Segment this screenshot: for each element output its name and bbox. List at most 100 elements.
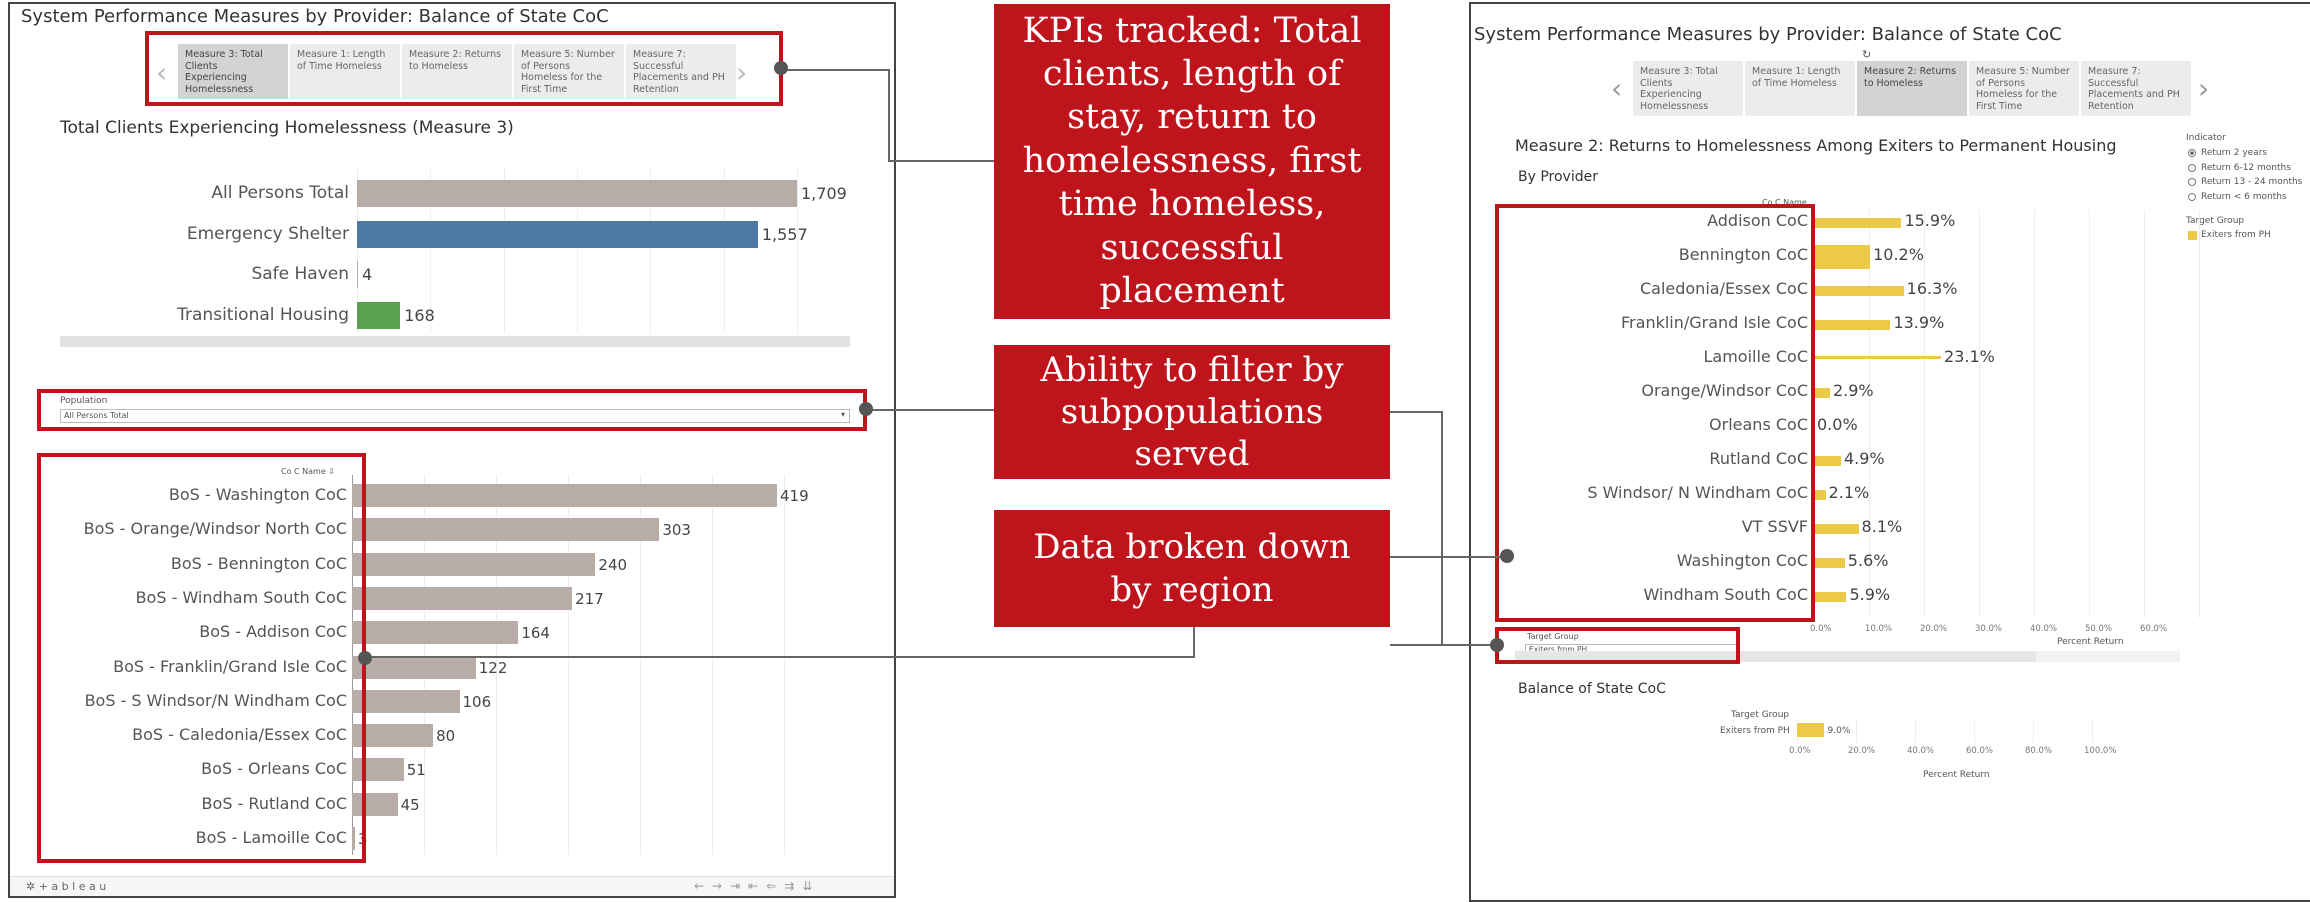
indicator-radio-button[interactable] (2188, 149, 2196, 157)
region-bar[interactable] (352, 518, 660, 542)
target-group-legend-swatch (2188, 231, 2197, 240)
right-provider-gridline (2144, 210, 2145, 618)
region-value-label: 303 (662, 521, 691, 540)
filter-connector-end-dot (1490, 638, 1504, 652)
right-dashboard-title: System Performance Measures by Provider:… (1474, 24, 2062, 45)
provider-axis-tick: 20.0% (1920, 624, 1948, 634)
region-bar[interactable] (352, 484, 777, 507)
bos-axis-tick: 0.0% (1789, 746, 1811, 756)
refresh-icon[interactable]: ↻ (1862, 48, 1871, 61)
provider-axis-tick: 10.0% (1865, 624, 1893, 634)
region-value-label: 217 (575, 589, 604, 608)
indicator-radio-button[interactable] (2188, 178, 2196, 186)
indicator-radio-button[interactable] (2188, 163, 2196, 172)
provider-bar[interactable] (1814, 456, 1841, 466)
tableau-logo[interactable]: ✲ + a b l e a u (26, 880, 106, 893)
summary-bar[interactable] (357, 180, 797, 207)
bos-value-label: 9.0% (1827, 726, 1851, 736)
region-bar[interactable] (352, 689, 460, 713)
provider-value-label: 5.9% (1849, 585, 1891, 604)
summary-bar[interactable] (357, 261, 359, 288)
provider-value-label: 2.9% (1832, 381, 1874, 400)
tableau-toolbar-icons[interactable]: ←→⇥⇤⇐⇉⇊ (694, 879, 820, 893)
right-tab-5[interactable]: Measure 7: Successful Placements and PH … (2081, 61, 2191, 116)
summary-value-label: 168 (404, 305, 435, 325)
provider-axis-label: Percent Return (2057, 637, 2124, 647)
provider-axis-tick: 30.0% (1975, 624, 2003, 634)
provider-value-label: 23.1% (1944, 347, 1995, 366)
region-connector-right-dot (1500, 549, 1514, 563)
right-tab-4[interactable]: Measure 5: Number of Persons Homeless fo… (1969, 61, 2079, 116)
provider-bar[interactable] (1814, 245, 1871, 269)
left-summary-scrollbar[interactable] (60, 336, 850, 347)
provider-value-label: 4.9% (1843, 449, 1885, 468)
summary-category-label: Emergency Shelter (186, 223, 349, 244)
provider-axis-tick: 50.0% (2085, 624, 2113, 634)
region-bar[interactable] (352, 586, 573, 610)
bos-gridline (1856, 720, 1857, 743)
indicator-option-label[interactable]: Return 6-12 months (2201, 163, 2291, 173)
left-dashboard-title: System Performance Measures by Provider:… (21, 6, 609, 27)
provider-value-label: 2.1% (1828, 483, 1870, 502)
right-provider-gridline (2089, 210, 2090, 618)
left-region-gridline (784, 475, 785, 855)
provider-bar[interactable] (1814, 490, 1826, 500)
bos-bar[interactable] (1797, 723, 1824, 737)
right-region-highlight-box (1495, 204, 1815, 622)
bos-axis-tick: 80.0% (2025, 746, 2053, 756)
bos-gridline (1974, 720, 1975, 743)
bos-gridline (2033, 720, 2034, 743)
target-group-legend-item[interactable]: Exiters from PH (2201, 230, 2271, 240)
bos-chart-title: Balance of State CoC (1518, 681, 1666, 697)
provider-bar[interactable] (1814, 558, 1845, 568)
right-tab-2[interactable]: Measure 1: Length of Time Homeless (1745, 61, 1855, 116)
right-tab-3[interactable]: Measure 2: Returns to Homeless (1857, 61, 1967, 116)
provider-bar[interactable] (1814, 356, 1942, 359)
right-provider-gridline (2034, 210, 2035, 618)
right-tab-prev-arrow-icon[interactable]: ‹ (1611, 72, 1622, 105)
kpi-connector-dot (774, 61, 788, 75)
summary-value-label: 1,557 (761, 224, 808, 244)
bos-gridline (2092, 720, 2093, 743)
summary-category-label: Safe Haven (251, 264, 349, 284)
summary-bar[interactable] (357, 301, 401, 329)
region-value-label: 106 (462, 692, 492, 711)
population-filter-highlight-box (37, 389, 867, 431)
region-value-label: 45 (400, 795, 420, 814)
right-chart-scrollbar-thumb[interactable] (2036, 651, 2180, 662)
provider-bar[interactable] (1814, 388, 1830, 398)
filter-connector-line-right (1390, 411, 1443, 646)
provider-value-label: 5.6% (1847, 551, 1889, 570)
summary-category-label: All Persons Total (211, 183, 349, 203)
indicator-option-label[interactable]: Return < 6 months (2201, 192, 2287, 202)
region-value-label: 51 (406, 761, 426, 780)
provider-axis-tick: 0.0% (1810, 624, 1832, 634)
right-tab-1[interactable]: Measure 3: Total Clients Experiencing Ho… (1633, 61, 1743, 116)
left-region-highlight-box (37, 453, 366, 863)
provider-bar[interactable] (1814, 320, 1891, 330)
indicator-option-label[interactable]: Return 2 years (2201, 148, 2267, 158)
region-value-label: 419 (780, 487, 809, 505)
tabs-highlight-box (145, 31, 783, 106)
summary-bar[interactable] (357, 220, 758, 248)
region-connector-left-dot (358, 651, 372, 665)
provider-bar[interactable] (1814, 524, 1859, 534)
right-tab-next-arrow-icon[interactable]: › (2198, 72, 2209, 105)
region-value-label: 122 (478, 658, 508, 677)
bos-axis-tick: 20.0% (1848, 746, 1876, 756)
indicator-option-label[interactable]: Return 13 - 24 months (2201, 177, 2302, 187)
filter-connector-dot (859, 402, 873, 416)
region-callout: Data broken down by region (994, 510, 1390, 627)
provider-bar[interactable] (1814, 286, 1904, 296)
provider-bar[interactable] (1814, 218, 1902, 228)
bos-category-label: Exiters from PH (1720, 726, 1790, 736)
provider-bar[interactable] (1814, 592, 1847, 602)
region-bar[interactable] (352, 552, 596, 576)
region-connector-line-left (365, 626, 1195, 658)
right-provider-gridline (1979, 210, 1980, 618)
right-provider-gridline (2199, 210, 2200, 618)
summary-value-label: 4 (362, 265, 373, 284)
right-chart-title: Measure 2: Returns to Homelessness Among… (1515, 136, 2117, 155)
indicator-filter-title: Indicator (2186, 133, 2226, 143)
indicator-radio-button[interactable] (2188, 192, 2196, 201)
